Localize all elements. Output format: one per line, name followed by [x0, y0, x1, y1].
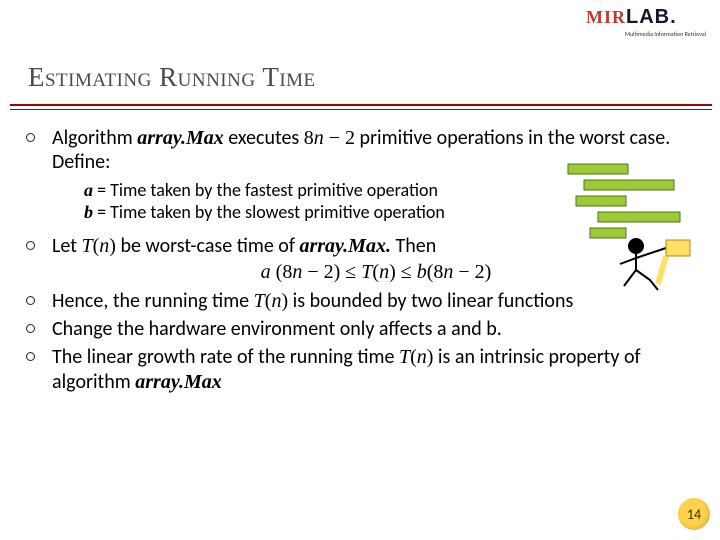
bullet-1: Algorithm array.Max executes 8n − 2 prim… — [44, 126, 700, 224]
content-area: Algorithm array.Max executes 8n − 2 prim… — [20, 126, 700, 540]
bullet-list: Algorithm array.Max executes 8n − 2 prim… — [20, 126, 700, 394]
def-b: b = Time taken by the slowest primitive … — [84, 201, 700, 224]
Tn: T — [81, 235, 92, 257]
logo-mir: MIR — [586, 7, 626, 28]
page-number: 14 — [687, 506, 701, 523]
bullet-4: Change the hardware environment only aff… — [44, 317, 700, 341]
def-a: a = Time taken by the fastest primitive … — [84, 179, 700, 202]
bullet-3: Hence, the running time T(n) is bounded … — [44, 289, 700, 313]
inequality: a (8n − 2) ≤ T(n) ≤ b(8n − 2) — [52, 260, 700, 284]
logo-sub: Multimedia Information Retrieval — [586, 31, 706, 37]
slide-title: Estimating Running Time — [28, 62, 692, 93]
title-rule-thin — [10, 109, 712, 110]
page-number-badge: 14 — [678, 498, 710, 530]
bullet-2: Let T(n) be worst-case time of array.Max… — [44, 234, 700, 285]
logo: MIRLAB. Multimedia Information Retrieval — [586, 6, 706, 44]
expr-8n-2: 8n − 2 — [304, 127, 355, 149]
bullet-5: The linear growth rate of the running ti… — [44, 345, 700, 394]
definitions: a = Time taken by the fastest primitive … — [84, 179, 700, 224]
logo-lab: LAB. — [626, 6, 677, 29]
title-rule-thick — [10, 104, 712, 106]
